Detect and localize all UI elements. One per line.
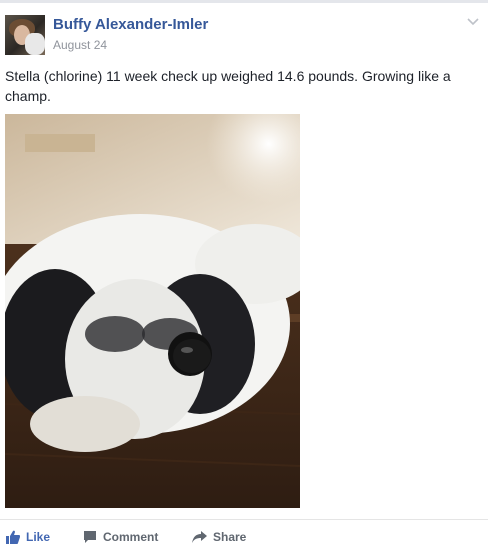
comment-label: Comment: [103, 530, 159, 544]
post-top-border: [0, 0, 488, 3]
share-icon: [192, 531, 207, 543]
post-date-link[interactable]: August 24: [53, 38, 107, 52]
actions-divider: [0, 519, 488, 520]
post-text: Stella (chlorine) 11 week check up weigh…: [5, 68, 451, 104]
like-button[interactable]: Like: [6, 528, 50, 546]
comment-button[interactable]: Comment: [83, 528, 158, 546]
post-photo[interactable]: [5, 114, 300, 508]
thumbs-up-icon: [6, 530, 20, 544]
puppy-photo-image: [5, 114, 300, 508]
author-avatar[interactable]: [5, 15, 45, 55]
comment-icon: [84, 531, 96, 543]
chevron-down-icon[interactable]: [466, 14, 480, 28]
share-button[interactable]: Share: [192, 528, 246, 546]
like-label: Like: [26, 530, 51, 544]
author-name-link[interactable]: Buffy Alexander-Imler: [53, 16, 208, 33]
share-label: Share: [213, 530, 247, 544]
